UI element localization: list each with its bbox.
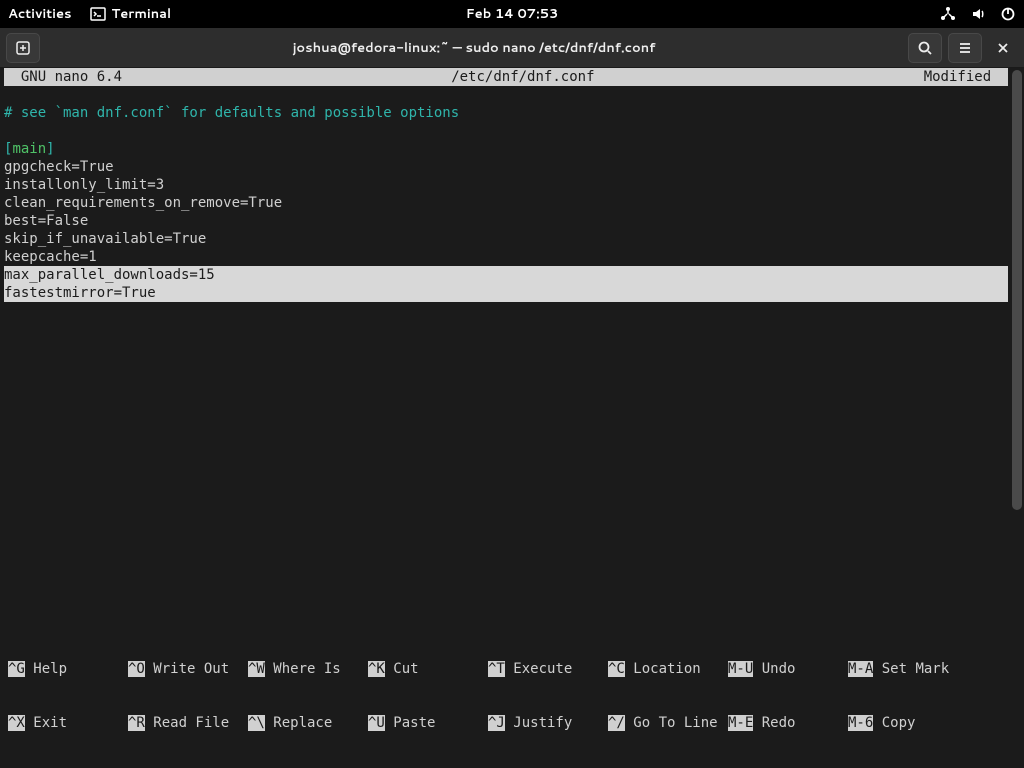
shortcut-label: Execute [505, 661, 572, 677]
shortcut-label: Justify [505, 715, 572, 731]
config-line-selected: max_parallel_downloads=15 [4, 266, 1008, 284]
gnome-top-bar: Activities Terminal Feb 14 07:53 [0, 0, 1024, 28]
new-tab-icon [15, 40, 31, 56]
shortcut-label: Replace [265, 715, 332, 731]
shortcut-key: ^U [368, 715, 385, 731]
shortcut-key: ^T [488, 661, 505, 677]
volume-icon [970, 6, 986, 22]
shortcut-item: ^/ Go To Line [608, 714, 728, 732]
shortcut-label: Exit [25, 715, 67, 731]
scrollbar-thumb[interactable] [1012, 70, 1022, 510]
power-icon [1000, 6, 1016, 22]
shortcut-label: Set Mark [873, 661, 949, 677]
close-icon [996, 41, 1010, 55]
nano-filename: /etc/dnf/dnf.conf [122, 68, 924, 86]
shortcut-item: ^T Execute [488, 660, 608, 678]
config-line: gpgcheck=True [4, 159, 114, 175]
nano-status: Modified [924, 68, 1008, 86]
app-name-label: Terminal [112, 5, 172, 23]
config-line: skip_if_unavailable=True [4, 231, 206, 247]
config-line: installonly_limit=3 [4, 177, 164, 193]
shortcut-label: Redo [753, 715, 795, 731]
shortcut-key: ^K [368, 661, 385, 677]
shortcut-label: Help [25, 661, 67, 677]
shortcut-key: ^O [128, 661, 145, 677]
shortcut-label: Write Out [145, 661, 229, 677]
shortcut-item: M-A Set Mark [848, 660, 968, 678]
hamburger-icon [957, 40, 973, 56]
nano-shortcut-bar: ^G Help^O Write Out^W Where Is^K Cut^T E… [8, 624, 992, 768]
shortcut-label: Paste [385, 715, 436, 731]
search-button[interactable] [908, 33, 942, 63]
shortcut-label: Read File [145, 715, 229, 731]
config-line: keepcache=1 [4, 249, 97, 265]
terminal-viewport[interactable]: GNU nano 6.4 /etc/dnf/dnf.conf Modified … [0, 68, 1024, 768]
shortcut-key: ^X [8, 715, 25, 731]
shortcut-key: ^G [8, 661, 25, 677]
shortcut-key: ^W [248, 661, 265, 677]
shortcut-key: M-U [728, 661, 753, 677]
system-tray[interactable] [940, 6, 1016, 22]
shortcut-item: ^J Justify [488, 714, 608, 732]
network-icon [940, 6, 956, 22]
shortcut-key: ^/ [608, 715, 625, 731]
shortcut-label: Location [625, 661, 701, 677]
shortcut-item: ^G Help [8, 660, 128, 678]
terminal-header-bar: joshua@fedora-linux:~ — sudo nano /etc/d… [0, 28, 1024, 68]
shortcut-label: Cut [385, 661, 419, 677]
shortcut-item: M-U Undo [728, 660, 848, 678]
hamburger-menu-button[interactable] [948, 33, 982, 63]
shortcut-key: ^\ [248, 715, 265, 731]
shortcut-label: Copy [873, 715, 915, 731]
nano-title-bar: GNU nano 6.4 /etc/dnf/dnf.conf Modified [4, 68, 1008, 86]
shortcut-item: ^\ Replace [248, 714, 368, 732]
config-line-selected: fastestmirror=True [4, 284, 1008, 302]
shortcut-key: ^C [608, 661, 625, 677]
window-title: joshua@fedora-linux:~ — sudo nano /etc/d… [46, 39, 902, 57]
shortcut-label: Go To Line [625, 715, 718, 731]
shortcut-item: ^R Read File [128, 714, 248, 732]
shortcut-item: ^U Paste [368, 714, 488, 732]
shortcut-key: M-E [728, 715, 753, 731]
comment-line: # see `man dnf.conf` for defaults and po… [4, 105, 459, 121]
shortcut-key: ^J [488, 715, 505, 731]
config-line: best=False [4, 213, 88, 229]
config-line: clean_requirements_on_remove=True [4, 195, 282, 211]
clock[interactable]: Feb 14 07:53 [466, 5, 559, 23]
shortcut-label: Where Is [265, 661, 341, 677]
shortcut-item: M-E Redo [728, 714, 848, 732]
shortcut-key: ^R [128, 715, 145, 731]
shortcut-key: M-6 [848, 715, 873, 731]
shortcut-item: M-6 Copy [848, 714, 968, 732]
shortcut-item: ^W Where Is [248, 660, 368, 678]
editor-area[interactable]: # see `man dnf.conf` for defaults and po… [4, 86, 1008, 302]
activities-button[interactable]: Activities [8, 5, 72, 23]
nano-version: GNU nano 6.4 [4, 68, 122, 86]
shortcut-item: ^O Write Out [128, 660, 248, 678]
shortcut-item: ^C Location [608, 660, 728, 678]
shortcut-item: ^K Cut [368, 660, 488, 678]
close-window-button[interactable] [988, 33, 1018, 63]
shortcut-label: Undo [753, 661, 795, 677]
shortcut-item: ^X Exit [8, 714, 128, 732]
search-icon [917, 40, 933, 56]
shortcut-key: M-A [848, 661, 873, 677]
current-app-indicator[interactable]: Terminal [90, 5, 172, 23]
new-tab-button[interactable] [6, 33, 40, 63]
section-header: [main] [4, 141, 55, 157]
terminal-icon [90, 6, 106, 22]
